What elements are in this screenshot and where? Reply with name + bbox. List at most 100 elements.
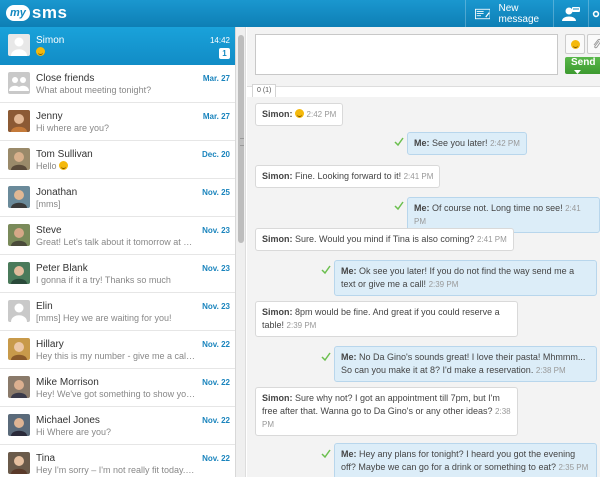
avatar — [8, 72, 30, 94]
logo-sms: sms — [31, 3, 68, 22]
message-outgoing: Me: No Da Gino's sounds great! I love th… — [334, 346, 597, 382]
message-time: 2:35 PM — [558, 463, 589, 472]
emoji-button[interactable] — [565, 34, 585, 54]
conversation-item-close-friends[interactable]: Close friends What about meeting tonight… — [0, 65, 235, 103]
conversation-name: Hillary — [36, 339, 64, 350]
group-avatar-icon — [9, 77, 29, 91]
photo-avatar-icon — [8, 414, 30, 436]
conversation-item-mike-morrison[interactable]: Mike Morrison Hey! We've got something t… — [0, 369, 235, 407]
avatar — [8, 300, 30, 322]
message-text: Fine. Looking forward to it! — [295, 171, 402, 181]
conversation-preview: Hey! We've got something to show you! ht… — [36, 389, 196, 399]
unread-count-badge: 1 — [219, 48, 230, 59]
gear-icon — [592, 10, 600, 17]
conversation-preview: I gonna if it a try! Thanks so much — [36, 275, 171, 285]
preview-text: Hello — [36, 161, 57, 171]
contacts-button[interactable] — [553, 0, 588, 27]
message-time: 2:39 PM — [428, 280, 459, 289]
conversation-item-simon[interactable]: Simon 14:42 1 — [0, 27, 235, 65]
conversation-preview: What about meeting tonight? — [36, 85, 152, 95]
conversation-name: Jenny — [36, 111, 63, 122]
message-sender: Me: — [341, 352, 357, 362]
photo-avatar-icon — [8, 262, 30, 284]
conversation-date: Nov. 22 — [202, 416, 230, 425]
conversation-date: Nov. 22 — [202, 340, 230, 349]
conversation-item-tina[interactable]: Tina Hey I'm sorry – I'm not really fit … — [0, 445, 235, 477]
avatar — [8, 148, 30, 170]
photo-avatar-icon — [8, 376, 30, 398]
settings-button[interactable] — [588, 0, 600, 27]
avatar — [8, 186, 30, 208]
check-icon — [321, 265, 331, 275]
conversation-date: Mar. 27 — [202, 112, 230, 121]
message-thread: Simon: 2:42 PM Me: See you later! 2:42 P… — [247, 97, 600, 477]
avatar — [8, 34, 30, 56]
conversation-preview: Hey this is my number - give me a call i… — [36, 351, 196, 361]
avatar — [8, 110, 30, 132]
chevron-down-icon — [574, 70, 581, 74]
message-time: 2:42 PM — [306, 110, 337, 119]
message-time: 2:42 PM — [490, 139, 520, 148]
default-avatar-icon — [11, 303, 27, 322]
message-time: 2:41 PM — [476, 235, 507, 244]
conversation-date: Nov. 23 — [202, 302, 230, 311]
message-outgoing: Me: Ok see you later! If you do not find… — [334, 260, 597, 296]
conversation-preview: Hello — [36, 161, 196, 171]
message-sender: Me: — [414, 138, 430, 148]
conversation-item-jenny[interactable]: Jenny Hi where are you? Mar. 27 — [0, 103, 235, 141]
conversation-item-jonathan[interactable]: Jonathan [mms] Nov. 25 — [0, 179, 235, 217]
conversation-item-elin[interactable]: Elin [mms] Hey we are waiting for you! N… — [0, 293, 235, 331]
avatar — [8, 414, 30, 436]
message-sender: Simon: — [262, 307, 293, 317]
conversation-item-steve[interactable]: Steve Great! Let's talk about it tomorro… — [0, 217, 235, 255]
message-text: Hey any plans for tonight? I heard you g… — [341, 449, 576, 472]
conversation-preview: Hi Where are you? — [36, 427, 112, 437]
app-logo[interactable]: my sms — [6, 3, 67, 23]
conversation-item-peter-blank[interactable]: Peter Blank I gonna if it a try! Thanks … — [0, 255, 235, 293]
conversation-date: Nov. 23 — [202, 264, 230, 273]
conversation-item-tom-sullivan[interactable]: Tom Sullivan Hello Dec. 20 — [0, 141, 235, 179]
message-sender: Simon: — [262, 171, 293, 181]
logo-my: my — [6, 5, 30, 21]
message-incoming: Simon: 8pm would be fine. And great if y… — [255, 301, 518, 337]
conversation-name: Mike Morrison — [36, 377, 99, 388]
avatar — [8, 338, 30, 360]
conversation-item-michael-jones[interactable]: Michael Jones Hi Where are you? Nov. 22 — [0, 407, 235, 445]
new-message-button[interactable]: New message — [465, 0, 553, 27]
message-input[interactable] — [255, 34, 558, 75]
attach-button[interactable] — [587, 34, 600, 54]
message-text: Of course not. Long time no see! — [432, 203, 563, 213]
avatar — [8, 376, 30, 398]
conversation-preview: Hi where are you? — [36, 123, 110, 133]
conversation-preview: Hey I'm sorry – I'm not really fit today… — [36, 465, 196, 475]
message-text: See you later! — [432, 138, 488, 148]
message-incoming: Simon: Sure why not? I got an appointmen… — [255, 387, 518, 436]
conversation-name: Elin — [36, 301, 53, 312]
photo-avatar-icon — [8, 452, 30, 474]
message-sender: Simon: — [262, 393, 293, 403]
conversation-preview: [mms] Hey we are waiting for you! — [36, 313, 172, 323]
smiley-icon — [570, 39, 580, 49]
smiley-icon — [59, 161, 69, 170]
conversation-list-scrollbar[interactable] — [236, 27, 246, 477]
send-button[interactable]: Send — [565, 57, 600, 74]
message-sender: Simon: — [262, 234, 293, 244]
conversation-date: Mar. 27 — [202, 74, 230, 83]
conversation-name: Tom Sullivan — [36, 149, 93, 160]
conversation-date: Nov. 23 — [202, 226, 230, 235]
pane-resize-handle[interactable] — [240, 138, 244, 146]
conversation-date: Nov. 22 — [202, 454, 230, 463]
message-outgoing: Me: See you later! 2:42 PM — [407, 132, 527, 155]
check-icon — [394, 137, 404, 147]
message-incoming: Simon: Sure. Would you mind if Tina is a… — [255, 228, 514, 251]
message-incoming: Simon: Fine. Looking forward to it! 2:41… — [255, 165, 441, 188]
conversation-name: Simon — [36, 35, 65, 46]
message-text: Sure why not? I got an appointment till … — [262, 393, 500, 416]
new-message-label: New message — [498, 2, 540, 25]
conversation-item-hillary[interactable]: Hillary Hey this is my number - give me … — [0, 331, 235, 369]
conversation-name: Steve — [36, 225, 62, 236]
photo-avatar-icon — [8, 186, 30, 208]
photo-avatar-icon — [8, 110, 30, 132]
conversation-name: Tina — [36, 453, 56, 464]
photo-avatar-icon — [8, 224, 30, 246]
